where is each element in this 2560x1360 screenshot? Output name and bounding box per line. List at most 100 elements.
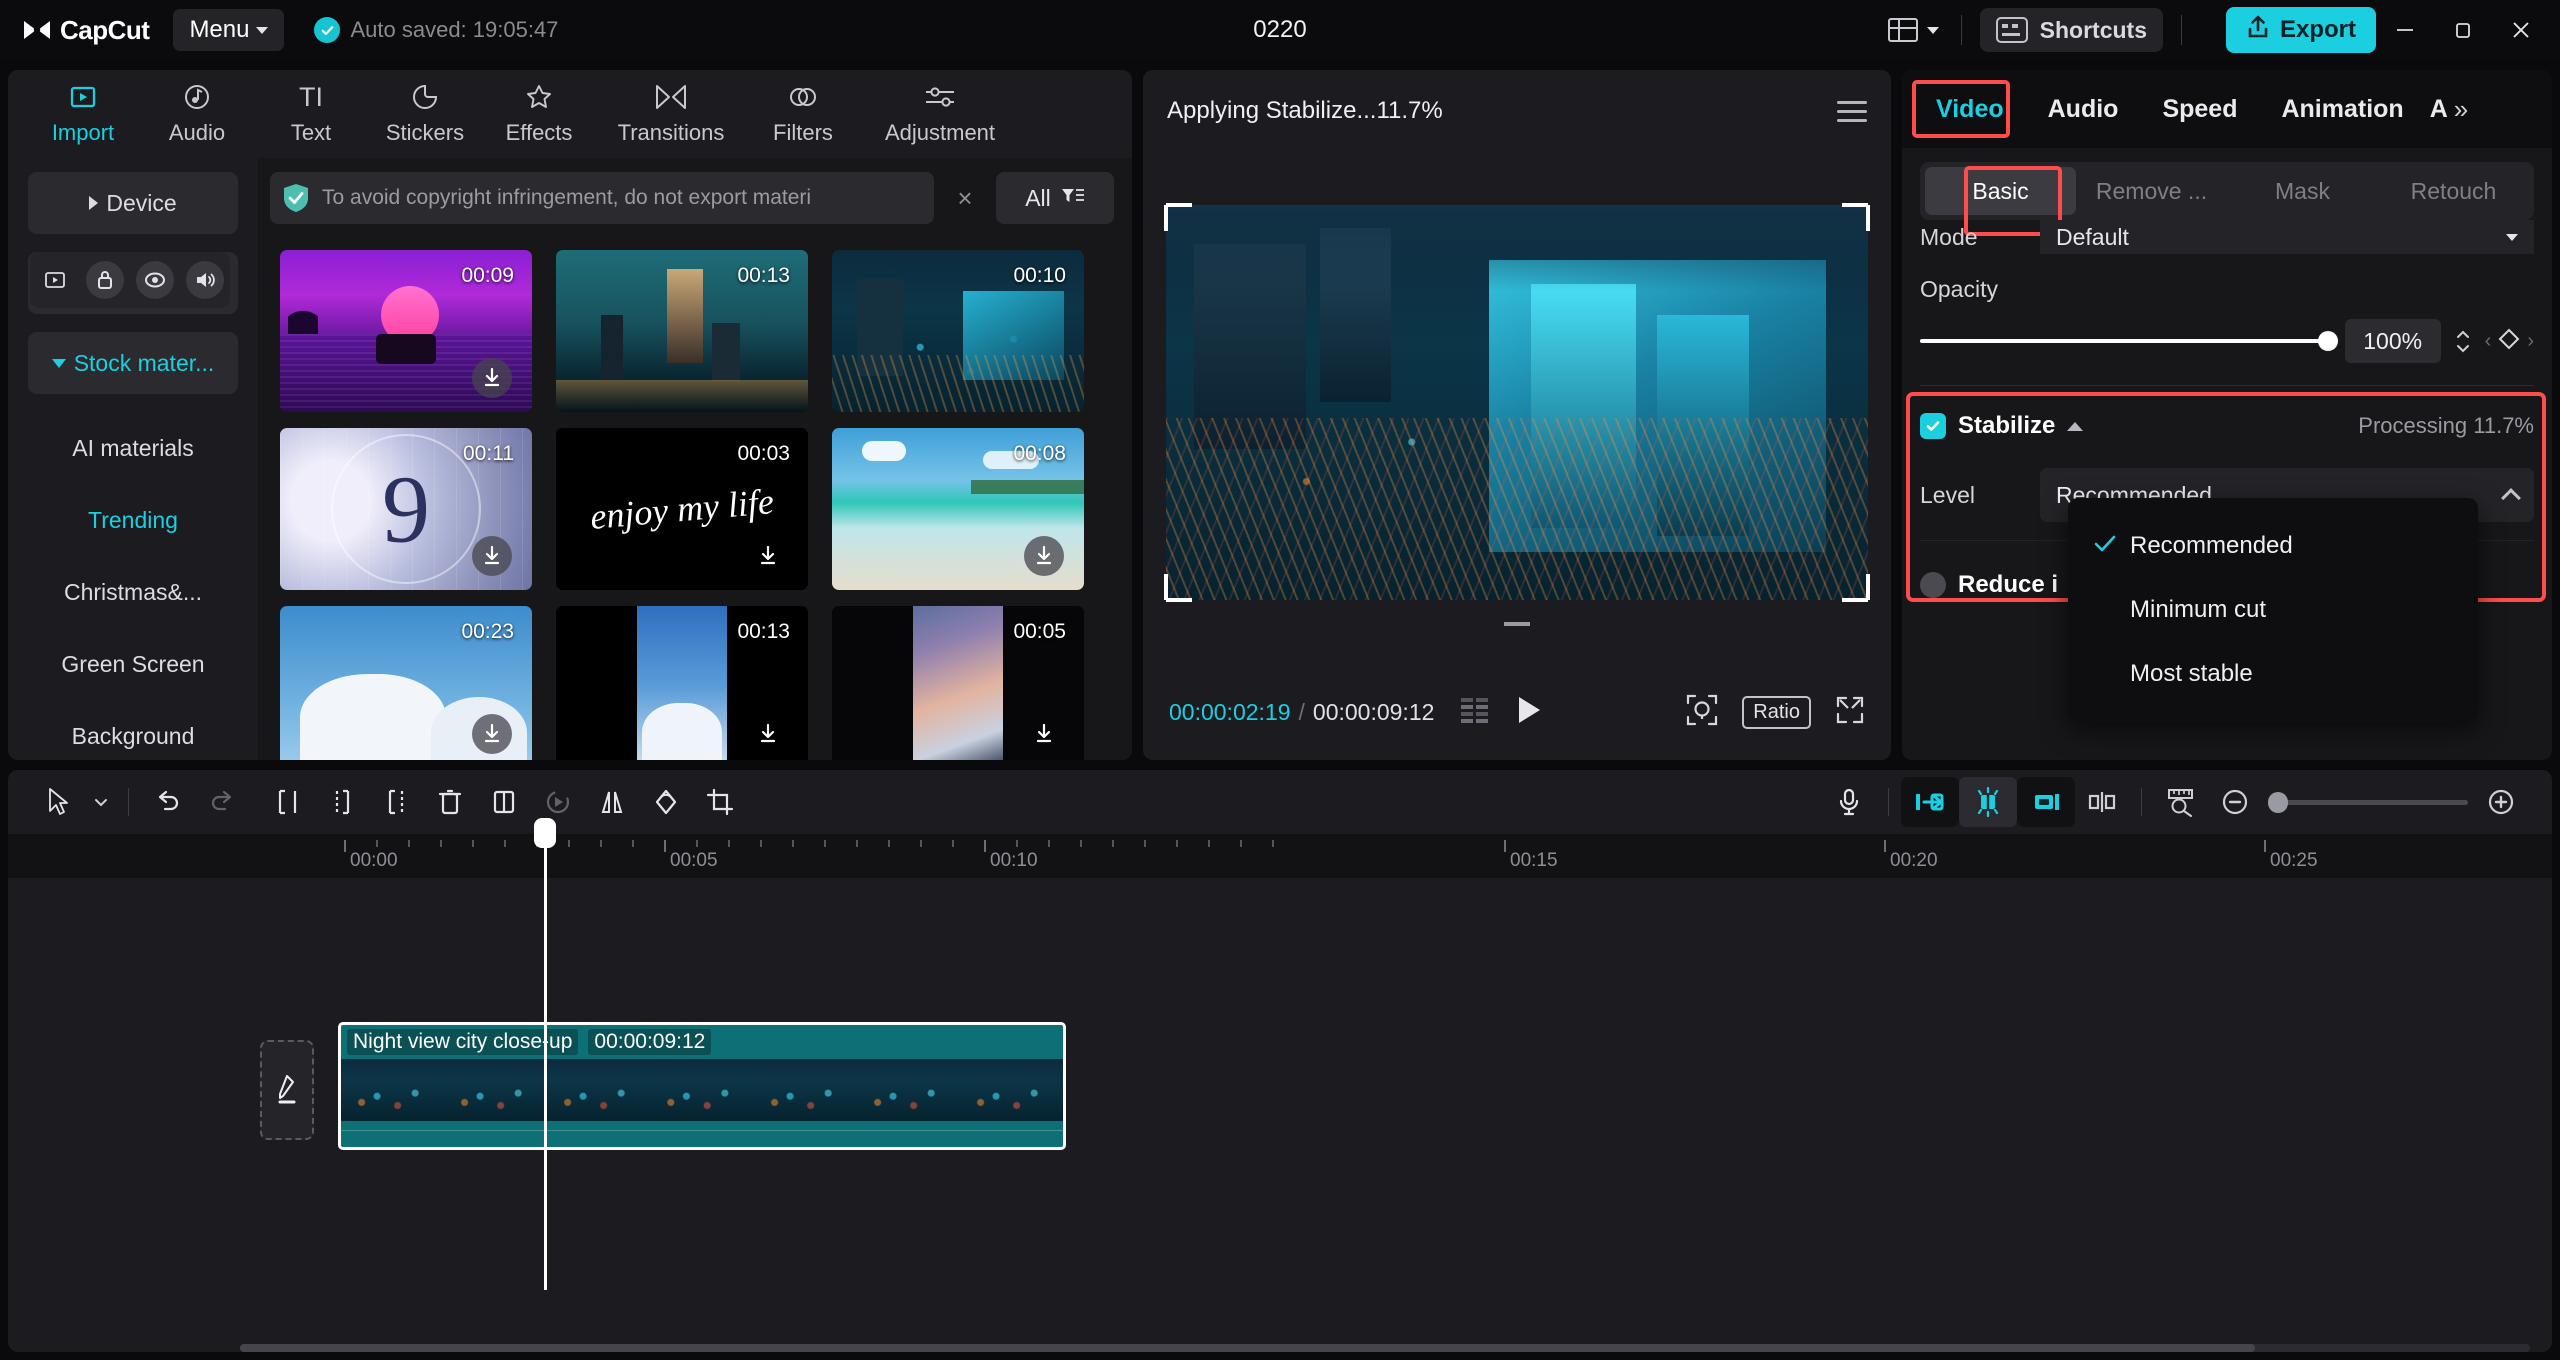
crop-handle-right-bottom[interactable]	[1866, 574, 1870, 600]
media-item[interactable]: 00:10	[822, 242, 1094, 420]
playhead[interactable]	[544, 840, 547, 1290]
layout-button[interactable]	[1884, 18, 1943, 42]
trim-right-button[interactable]	[369, 775, 423, 829]
export-button[interactable]: Export	[2226, 7, 2376, 53]
undo-button[interactable]	[141, 775, 195, 829]
tab-animation[interactable]: Animation	[2259, 95, 2425, 124]
subtab-remove-background[interactable]: Remove ...	[2076, 167, 2227, 215]
mirror-button[interactable]	[585, 775, 639, 829]
sidebar-item-christmas[interactable]: Christmas&...	[8, 556, 258, 628]
shortcuts-button[interactable]: Shortcuts	[1980, 8, 2163, 52]
crop-handle-bottom-center[interactable]	[1504, 622, 1530, 626]
redo-button[interactable]	[195, 775, 249, 829]
timeline-zoom-slider[interactable]	[2268, 800, 2468, 805]
tab-transitions[interactable]: Transitions	[596, 70, 746, 146]
tab-stickers[interactable]: Stickers	[368, 70, 482, 146]
tab-speed[interactable]: Speed	[2140, 95, 2259, 124]
crop-handle-left[interactable]	[1164, 205, 1168, 231]
download-icon[interactable]	[748, 536, 788, 576]
opacity-stepper[interactable]	[2455, 330, 2471, 353]
edit-clip-handle[interactable]	[260, 1040, 314, 1140]
download-icon[interactable]	[1024, 536, 1064, 576]
ratio-button[interactable]: Ratio	[1742, 696, 1811, 729]
tab-filters[interactable]: Filters	[746, 70, 860, 146]
download-icon[interactable]	[1024, 714, 1064, 754]
download-icon[interactable]	[472, 536, 512, 576]
more-tabs-icon[interactable]: »	[2454, 94, 2468, 125]
sidebar-item-trending[interactable]: Trending	[8, 484, 258, 556]
sidebar-item-device[interactable]: Device	[28, 172, 238, 234]
stabilize-checkbox[interactable]	[1920, 413, 1946, 439]
chevron-up-icon[interactable]	[2067, 422, 2083, 431]
select-tool[interactable]	[32, 775, 86, 829]
eye-icon[interactable]	[136, 261, 174, 299]
zoom-out-button[interactable]	[2208, 775, 2262, 829]
download-icon[interactable]	[472, 714, 512, 754]
subtab-retouch[interactable]: Retouch	[2378, 167, 2529, 215]
dropdown-item-minimum-cut[interactable]: Minimum cut	[2068, 578, 2478, 642]
media-item[interactable]: 9 00:11	[270, 420, 542, 598]
crop-handle-top[interactable]	[1166, 203, 1192, 207]
sidebar-item-stock-materials[interactable]: Stock mater...	[28, 332, 238, 394]
trim-left-button[interactable]	[315, 775, 369, 829]
split-marker-button[interactable]	[2075, 775, 2129, 829]
crop-button[interactable]	[693, 775, 747, 829]
rotate-button[interactable]	[639, 775, 693, 829]
crop-handle-left-bottom[interactable]	[1164, 574, 1168, 600]
crop-handle-right[interactable]	[1866, 205, 1870, 231]
track-preview-icon[interactable]	[36, 261, 74, 299]
crop-handle-bottom-right[interactable]	[1842, 598, 1868, 602]
tab-audio[interactable]: Audio	[140, 70, 254, 146]
delete-button[interactable]	[423, 775, 477, 829]
record-voiceover-button[interactable]	[1822, 775, 1876, 829]
opacity-slider[interactable]	[1920, 339, 2331, 343]
tab-adjustment[interactable]: Adjustment	[860, 70, 1020, 146]
video-preview[interactable]	[1166, 205, 1868, 600]
sidebar-item-green-screen[interactable]: Green Screen	[8, 628, 258, 700]
close-button[interactable]	[2492, 0, 2550, 60]
opacity-slider-knob[interactable]	[2318, 331, 2338, 351]
timeline-clip[interactable]: Night view city close-up 00:00:09:12	[338, 1022, 1066, 1150]
tab-import[interactable]: Import	[26, 70, 140, 146]
speaker-icon[interactable]	[186, 261, 224, 299]
subtab-mask[interactable]: Mask	[2227, 167, 2378, 215]
keyframe-prev-icon[interactable]: ‹	[2485, 330, 2492, 353]
tab-text[interactable]: TI Text	[254, 70, 368, 146]
snap-right-button[interactable]	[2017, 777, 2075, 827]
media-item[interactable]: 00:13	[546, 598, 818, 760]
timeline-scrollbar[interactable]	[240, 1344, 2530, 1352]
fullscreen-icon[interactable]	[1835, 695, 1865, 730]
sidebar-item-ai-materials[interactable]: AI materials	[8, 412, 258, 484]
zoom-fit-icon[interactable]	[1686, 694, 1718, 731]
filter-all-button[interactable]: All	[996, 172, 1114, 224]
menu-button[interactable]: Menu	[173, 9, 284, 51]
tab-video[interactable]: Video	[1914, 95, 2026, 124]
keyframe-diamond-icon[interactable]	[2497, 327, 2521, 356]
measure-button[interactable]	[2154, 775, 2208, 829]
media-item[interactable]: 00:23	[270, 598, 542, 760]
tab-adjustment[interactable]: A	[2426, 95, 2452, 124]
freeze-button[interactable]	[477, 775, 531, 829]
lock-icon[interactable]	[86, 261, 124, 299]
reduce-checkbox[interactable]	[1920, 572, 1946, 598]
playhead-handle[interactable]	[534, 818, 556, 848]
play-icon[interactable]	[1516, 695, 1542, 730]
subtab-basic[interactable]: Basic	[1925, 167, 2076, 215]
timeline-zoom-knob[interactable]	[2268, 792, 2288, 813]
maximize-button[interactable]	[2434, 0, 2492, 60]
keyframe-next-icon[interactable]: ›	[2527, 330, 2534, 353]
select-tool-dropdown[interactable]	[86, 775, 116, 829]
download-icon[interactable]	[472, 358, 512, 398]
media-item[interactable]: 00:13	[546, 242, 818, 420]
dropdown-item-most-stable[interactable]: Most stable	[2068, 642, 2478, 706]
crop-handle-bottom[interactable]	[1166, 598, 1192, 602]
frames-icon[interactable]	[1460, 697, 1490, 728]
download-icon[interactable]	[748, 714, 788, 754]
close-notice-button[interactable]: ×	[948, 183, 982, 214]
media-item[interactable]: 00:05	[822, 598, 1094, 760]
hamburger-icon[interactable]	[1837, 95, 1867, 128]
sidebar-item-background[interactable]: Background	[8, 700, 258, 760]
split-button[interactable]	[261, 775, 315, 829]
media-item[interactable]: 00:08	[822, 420, 1094, 598]
tab-audio[interactable]: Audio	[2026, 95, 2141, 124]
